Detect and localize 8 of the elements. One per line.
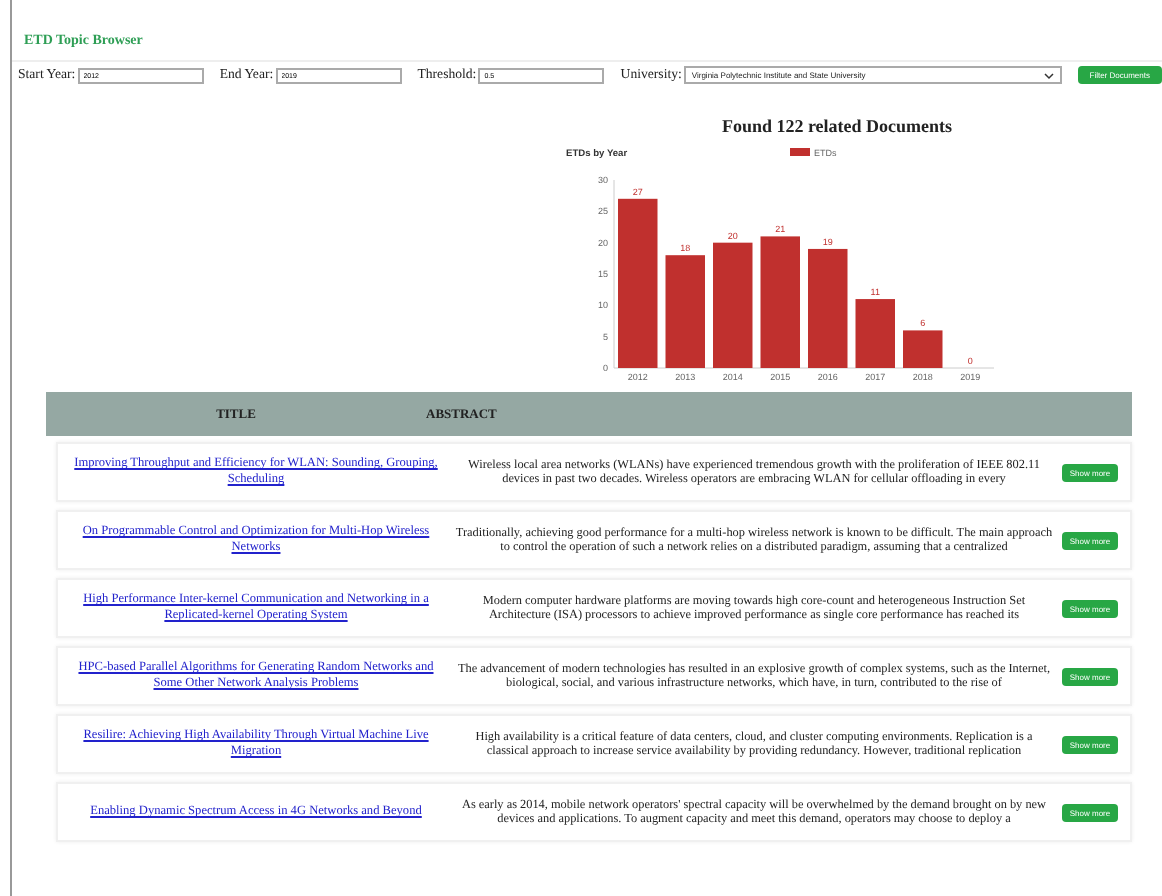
bar	[855, 299, 895, 368]
bar	[903, 330, 943, 368]
bar	[760, 236, 800, 368]
bar	[665, 255, 705, 368]
bar	[713, 242, 753, 368]
chevron-down-icon	[1043, 71, 1054, 79]
bar	[808, 248, 848, 368]
results-heading: Found 122 related Documents	[719, 116, 955, 136]
